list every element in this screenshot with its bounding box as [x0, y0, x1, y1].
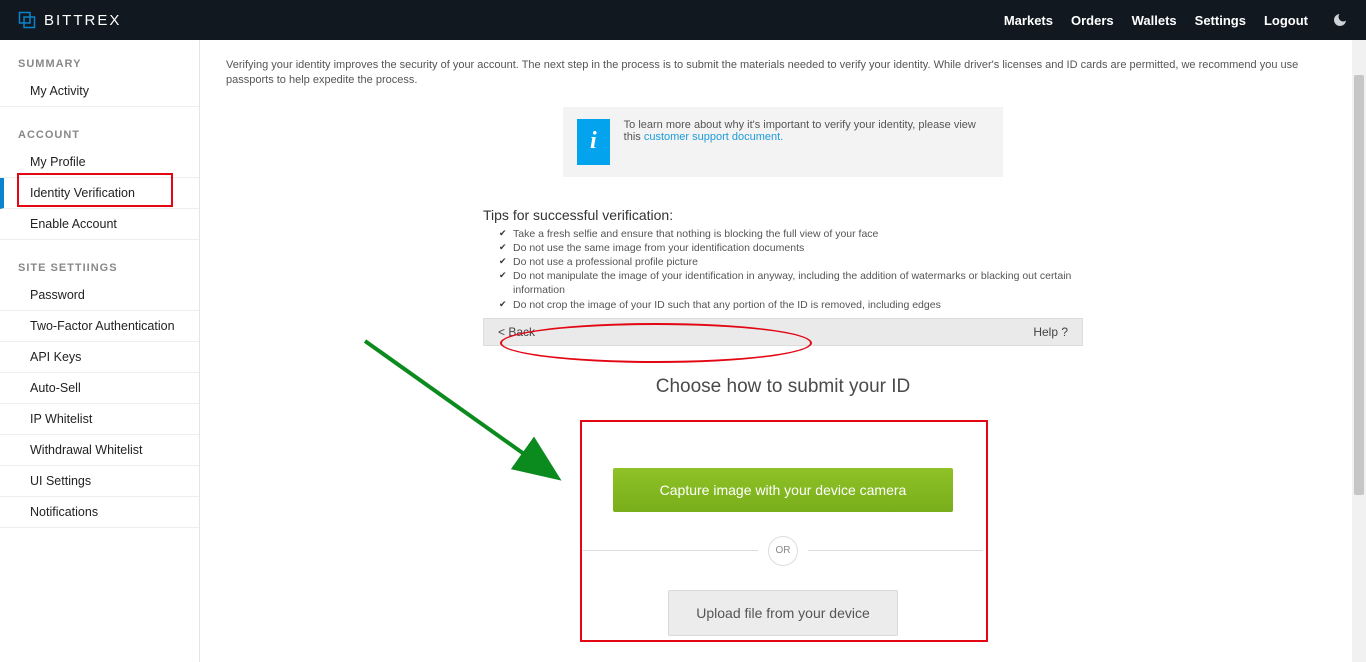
sidebar-menu-site-settings: Password Two-Factor Authentication API K…	[0, 280, 199, 528]
nav-bar: < Back Help ?	[483, 318, 1083, 346]
sidebar-group-site-settings: SITE SETTIINGS	[0, 262, 199, 280]
top-bar: BITTREX Markets Orders Wallets Settings …	[0, 0, 1366, 40]
sidebar-menu-summary: My Activity	[0, 76, 199, 107]
info-box: i To learn more about why it's important…	[563, 107, 1003, 177]
scrollbar-thumb[interactable]	[1354, 75, 1364, 495]
intro-text: Verifying your identity improves the sec…	[226, 58, 1340, 89]
info-text: To learn more about why it's important t…	[624, 119, 989, 143]
sidebar-group-account: ACCOUNT	[0, 129, 199, 147]
sidebar: SUMMARY My Activity ACCOUNT My Profile I…	[0, 40, 200, 662]
brand-logo-icon	[18, 11, 36, 29]
nav-settings[interactable]: Settings	[1195, 13, 1246, 28]
sidebar-item-enable-account[interactable]: Enable Account	[0, 209, 199, 240]
brand-text: BITTREX	[44, 12, 121, 29]
tip-item: Do not manipulate the image of your iden…	[483, 269, 1083, 297]
dark-mode-icon[interactable]	[1332, 12, 1348, 28]
scrollbar[interactable]	[1352, 40, 1366, 662]
capture-camera-button[interactable]: Capture image with your device camera	[613, 468, 953, 512]
back-button[interactable]: < Back	[498, 325, 535, 339]
nav-orders[interactable]: Orders	[1071, 13, 1114, 28]
tip-item: Take a fresh selfie and ensure that noth…	[483, 227, 1083, 241]
divider-line	[808, 550, 983, 551]
content-area: Verifying your identity improves the sec…	[200, 40, 1366, 662]
page-shell: SUMMARY My Activity ACCOUNT My Profile I…	[0, 40, 1366, 662]
info-icon: i	[577, 119, 610, 165]
upload-file-button[interactable]: Upload file from your device	[668, 590, 898, 636]
sidebar-item-auto-sell[interactable]: Auto-Sell	[0, 373, 199, 404]
sidebar-item-ui-settings[interactable]: UI Settings	[0, 466, 199, 497]
brand: BITTREX	[18, 11, 121, 29]
top-nav: Markets Orders Wallets Settings Logout	[1004, 12, 1348, 28]
tips-list: Take a fresh selfie and ensure that noth…	[483, 227, 1083, 312]
nav-logout[interactable]: Logout	[1264, 13, 1308, 28]
tips-section: Tips for successful verification: Take a…	[483, 207, 1083, 312]
sidebar-group-summary: SUMMARY	[0, 58, 199, 76]
sidebar-item-api-keys[interactable]: API Keys	[0, 342, 199, 373]
sidebar-item-notifications[interactable]: Notifications	[0, 497, 199, 528]
nav-markets[interactable]: Markets	[1004, 13, 1053, 28]
tip-item: Do not use the same image from your iden…	[483, 241, 1083, 255]
sidebar-item-password[interactable]: Password	[0, 280, 199, 311]
sidebar-item-withdrawal-whitelist[interactable]: Withdrawal Whitelist	[0, 435, 199, 466]
info-link[interactable]: customer support document.	[644, 131, 783, 143]
sidebar-item-identity-verification[interactable]: Identity Verification	[0, 178, 199, 209]
tip-item: Do not crop the image of your ID such th…	[483, 298, 1083, 312]
sidebar-item-my-profile[interactable]: My Profile	[0, 147, 199, 178]
divider-line	[583, 550, 758, 551]
sidebar-item-my-activity[interactable]: My Activity	[0, 76, 199, 107]
sidebar-item-ip-whitelist[interactable]: IP Whitelist	[0, 404, 199, 435]
tips-title: Tips for successful verification:	[483, 207, 1083, 223]
nav-wallets[interactable]: Wallets	[1132, 13, 1177, 28]
annotation-arrow-icon	[360, 336, 570, 486]
sidebar-item-two-factor[interactable]: Two-Factor Authentication	[0, 311, 199, 342]
help-button[interactable]: Help ?	[1033, 325, 1068, 339]
submit-panel: Capture image with your device camera OR…	[583, 468, 983, 636]
or-divider: OR	[583, 536, 983, 566]
sidebar-menu-account: My Profile Identity Verification Enable …	[0, 147, 199, 240]
choose-title: Choose how to submit your ID	[226, 376, 1340, 398]
tip-item: Do not use a professional profile pictur…	[483, 255, 1083, 269]
or-label: OR	[768, 536, 798, 566]
